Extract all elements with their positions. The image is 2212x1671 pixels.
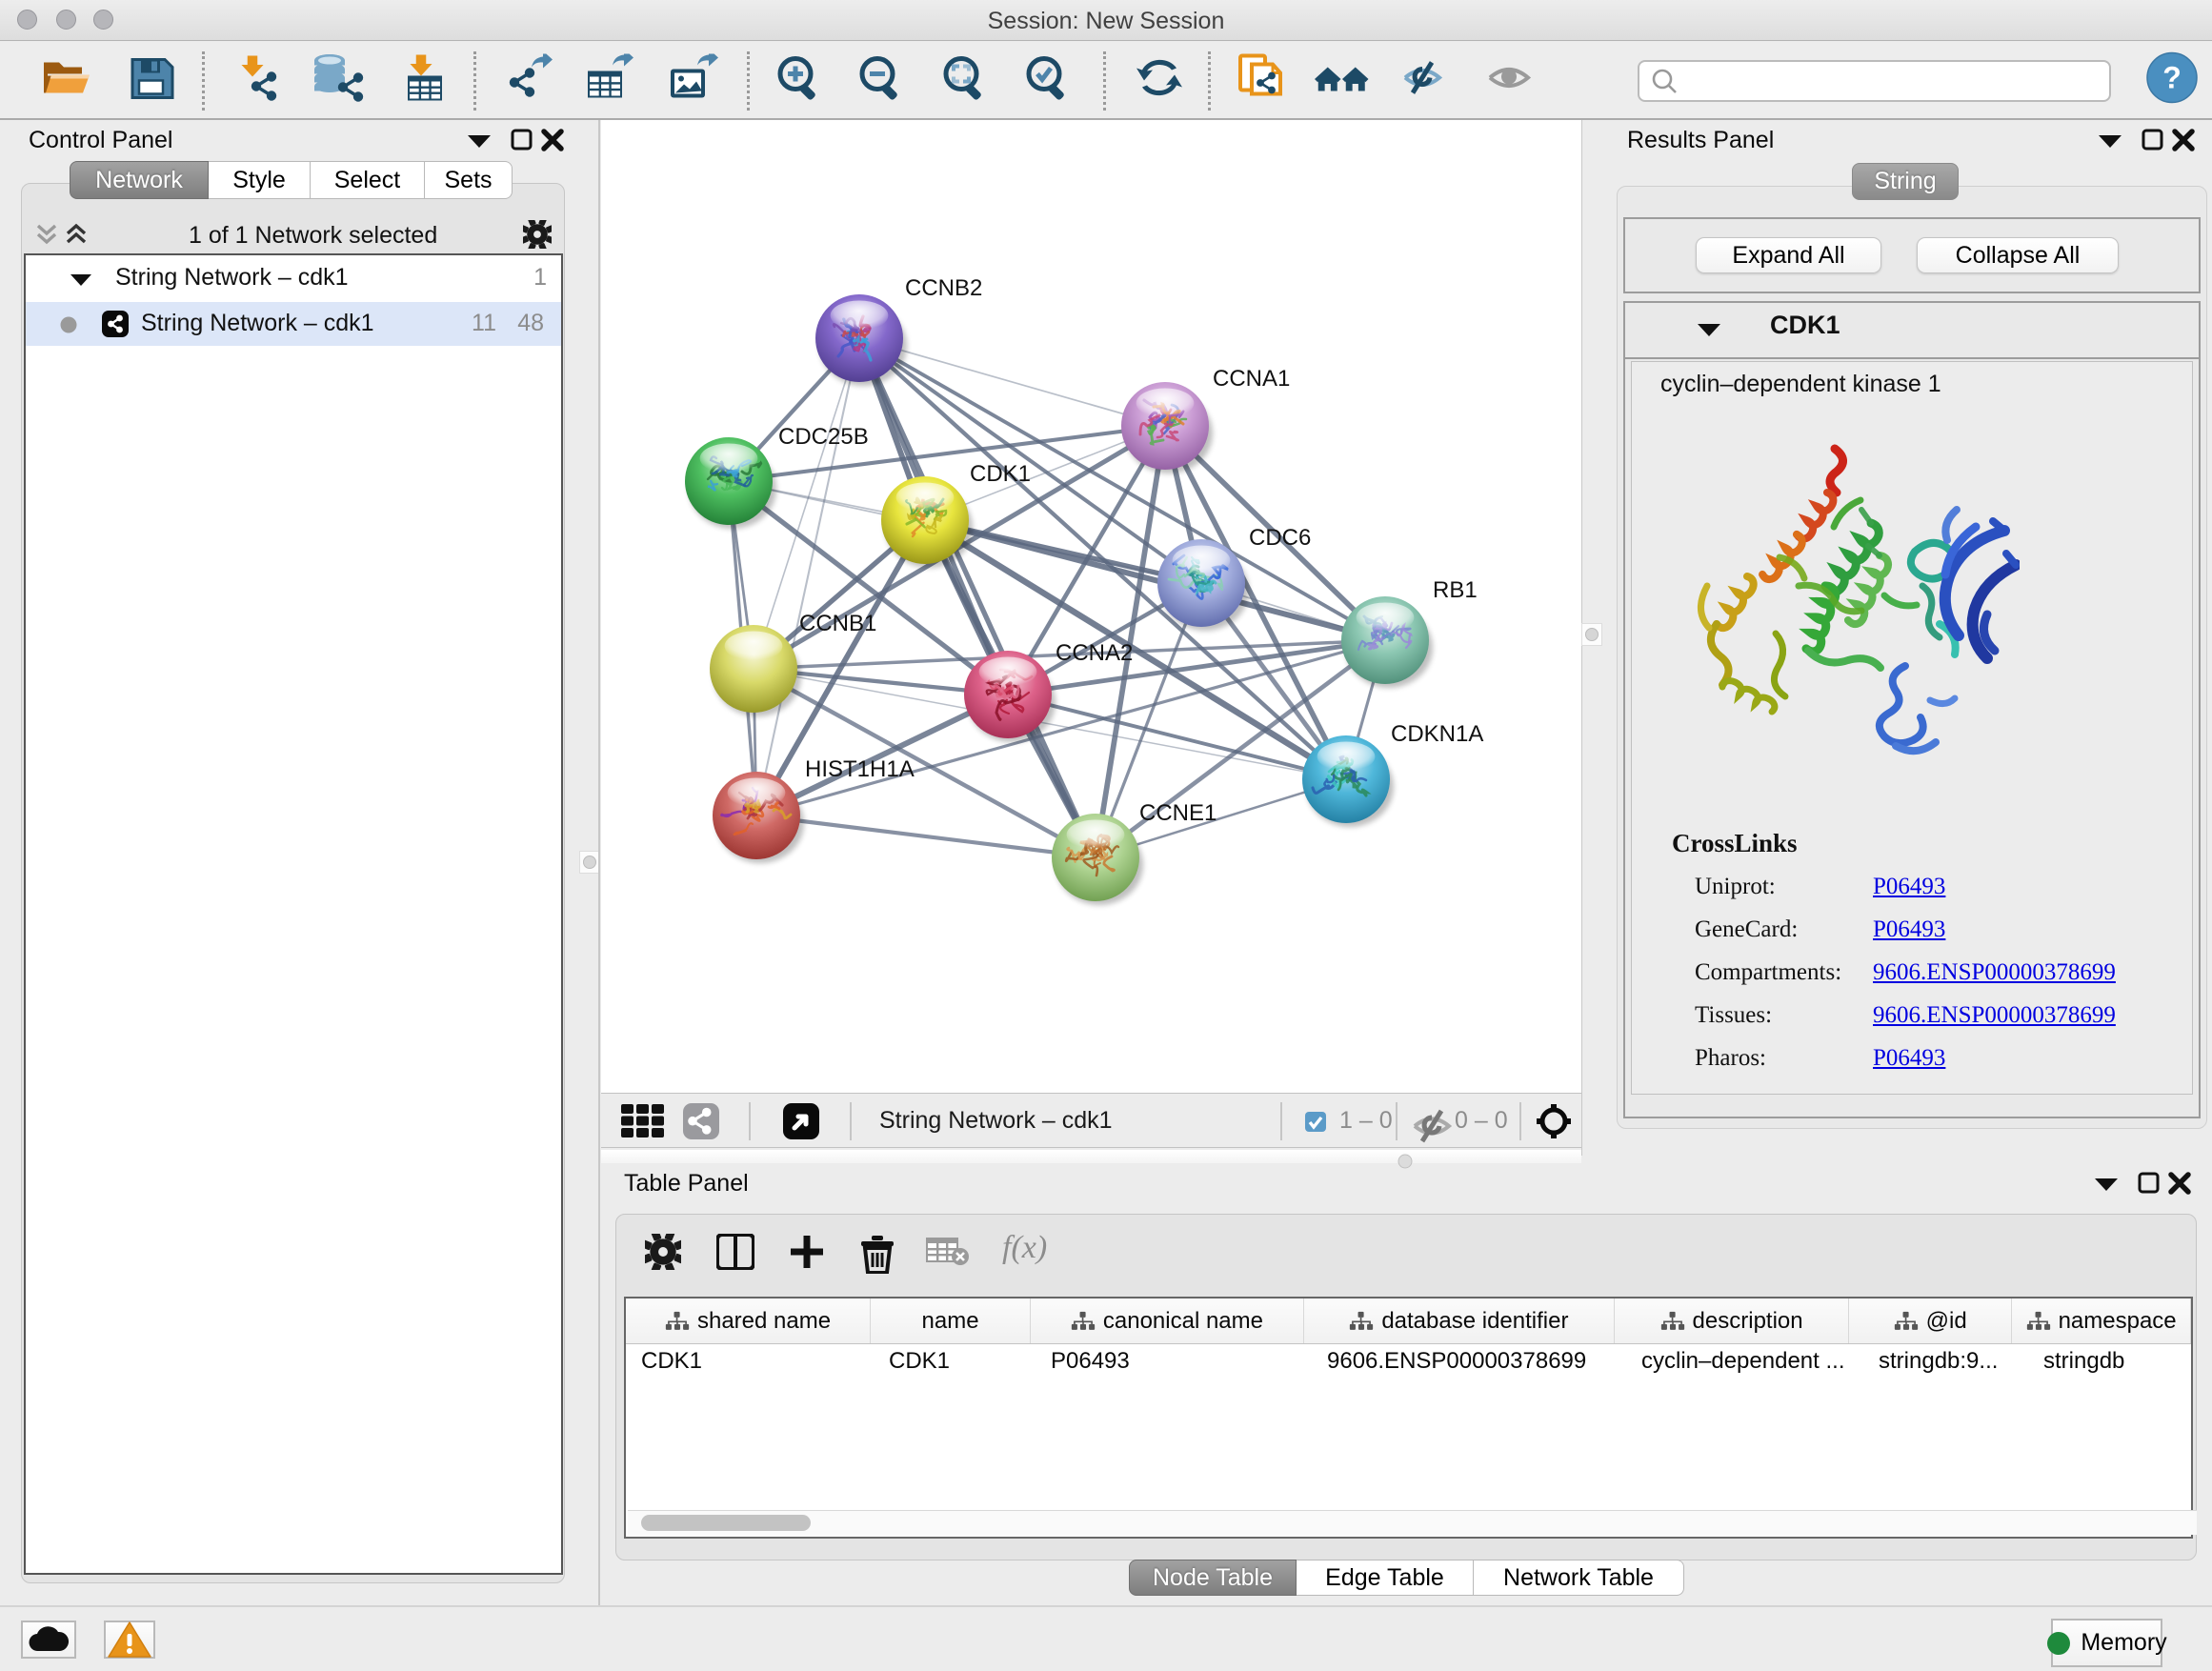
- svg-text:CDK1: CDK1: [970, 461, 1031, 487]
- svg-text:RB1: RB1: [1433, 577, 1478, 603]
- svg-text:CDC6: CDC6: [1249, 525, 1311, 551]
- svg-text:CCNB1: CCNB1: [799, 611, 876, 636]
- svg-text:CCNA2: CCNA2: [1056, 640, 1133, 666]
- svg-text:CDKN1A: CDKN1A: [1391, 721, 1483, 747]
- svg-text:CCNB2: CCNB2: [905, 275, 982, 301]
- svg-text:HIST1H1A: HIST1H1A: [805, 756, 915, 782]
- svg-text:CDC25B: CDC25B: [778, 424, 869, 450]
- svg-text:CCNA1: CCNA1: [1213, 366, 1290, 392]
- svg-text:?: ?: [2162, 61, 2182, 95]
- svg-text:CCNE1: CCNE1: [1139, 800, 1217, 826]
